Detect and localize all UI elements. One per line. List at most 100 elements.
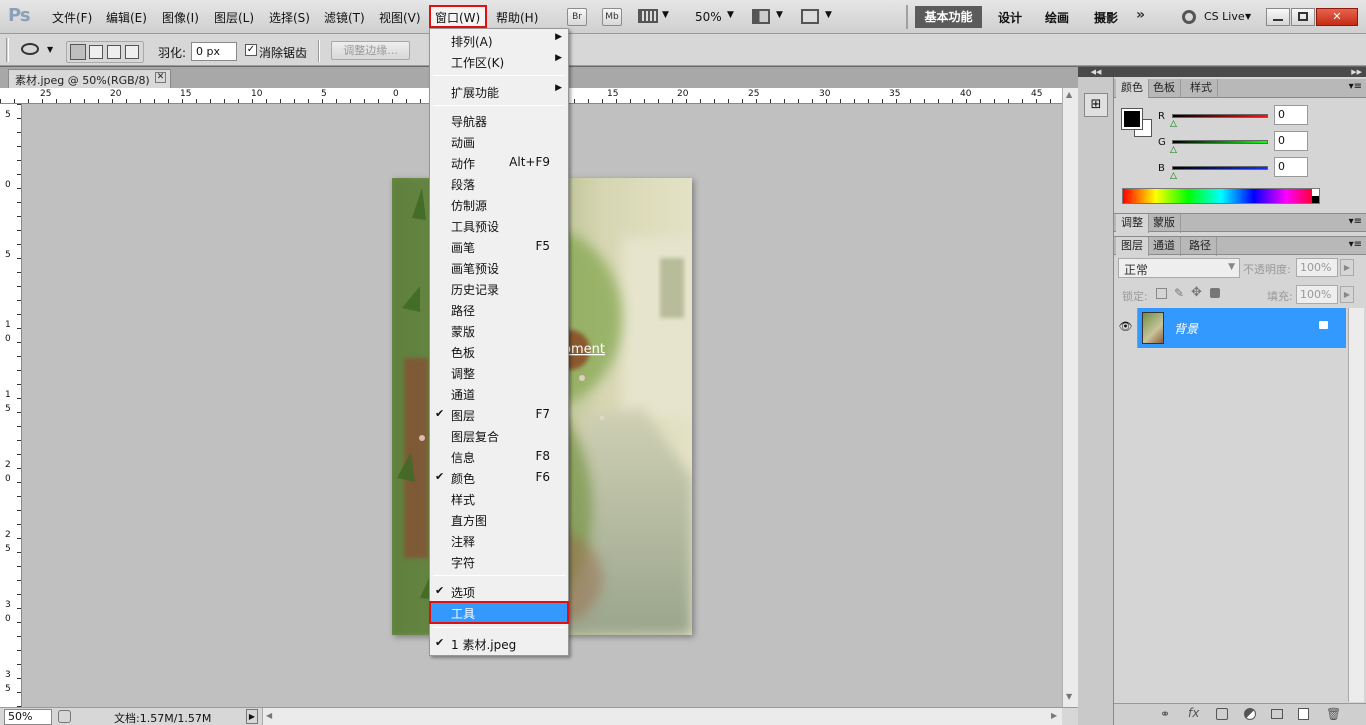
tab-paths[interactable]: 路径 [1184, 237, 1217, 256]
layer-name[interactable]: 背景 [1174, 320, 1198, 337]
tab-layers[interactable]: 图层 [1116, 237, 1149, 256]
refine-edge-button[interactable]: 调整边缘... [331, 41, 410, 60]
workspace-essentials[interactable]: 基本功能 [915, 6, 982, 28]
opacity-slider-arrow-icon[interactable]: ▶ [1340, 259, 1354, 276]
menu-item-arrange[interactable]: 排列(A) ▶ [430, 30, 568, 51]
bridge-button[interactable]: Br [567, 8, 587, 26]
opacity-value[interactable]: 100% [1296, 258, 1338, 277]
lock-all-icon[interactable] [1210, 288, 1220, 298]
green-value[interactable]: 0 [1274, 131, 1308, 151]
chevron-down-icon[interactable]: ▼ [47, 45, 53, 54]
workspace-painting[interactable]: 绘画 [1045, 9, 1069, 26]
menu-item-color[interactable]: ✔ 颜色 F6 [430, 467, 568, 488]
layers-scrollbar[interactable] [1348, 308, 1364, 702]
minimize-button[interactable] [1266, 8, 1290, 26]
panel-menu-icon[interactable]: ▾≡ [1349, 216, 1362, 227]
subtract-selection-icon[interactable] [107, 45, 121, 59]
menu-select[interactable]: 选择(S) [269, 9, 310, 26]
green-slider[interactable] [1172, 140, 1268, 144]
red-slider[interactable] [1172, 114, 1268, 118]
menu-item-paragraph[interactable]: 段落 [430, 173, 568, 194]
trash-icon[interactable]: 🗑 [1326, 707, 1341, 721]
lock-position-icon[interactable]: ✥ [1191, 285, 1202, 300]
horizontal-scrollbar[interactable]: ◀ ▶ [262, 708, 1062, 725]
vertical-scrollbar[interactable]: ▲ ▼ [1062, 88, 1078, 707]
menu-item-swatches[interactable]: 色板 [430, 341, 568, 362]
lasso-tool-icon[interactable] [21, 43, 39, 55]
slider-thumb-icon[interactable]: △ [1170, 171, 1177, 181]
antialias-checkbox[interactable]: ✓ [245, 44, 257, 56]
foreground-color-swatch[interactable] [1121, 108, 1143, 130]
new-layer-icon[interactable] [1298, 708, 1309, 720]
cs-live-menu[interactable]: CS Live [1204, 10, 1245, 23]
menu-item-brush-presets[interactable]: 画笔预设 [430, 257, 568, 278]
panel-menu-icon[interactable]: ▾≡ [1349, 239, 1362, 250]
chevron-down-icon[interactable]: ▼ [776, 10, 783, 20]
scroll-right-icon[interactable]: ▶ [1051, 711, 1057, 720]
menu-item-styles[interactable]: 样式 [430, 488, 568, 509]
menu-file[interactable]: 文件(F) [52, 9, 92, 26]
zoom-field[interactable]: 50% [4, 709, 52, 725]
document-tab[interactable]: 素材.jpeg @ 50%(RGB/8) ✕ [8, 69, 171, 88]
view-extras-icon[interactable] [638, 9, 658, 23]
layer-style-icon[interactable]: fx [1188, 706, 1199, 720]
scroll-up-icon[interactable]: ▲ [1066, 90, 1072, 99]
scroll-down-icon[interactable]: ▼ [1066, 692, 1072, 701]
adjustment-layer-icon[interactable] [1244, 708, 1256, 720]
close-tab-icon[interactable]: ✕ [155, 72, 166, 83]
menu-item-channels[interactable]: 通道 [430, 383, 568, 404]
close-button[interactable]: ✕ [1316, 8, 1358, 26]
menu-item-brush[interactable]: 画笔 F5 [430, 236, 568, 257]
vertical-ruler[interactable]: 505101520253035 [0, 104, 22, 707]
menu-item-histogram[interactable]: 直方图 [430, 509, 568, 530]
menu-item-masks[interactable]: 蒙版 [430, 320, 568, 341]
panel-menu-icon[interactable]: ▾≡ [1349, 81, 1362, 92]
more-workspaces-icon[interactable]: » [1136, 7, 1145, 23]
menu-item-info[interactable]: 信息 F8 [430, 446, 568, 467]
status-info-icon[interactable] [58, 710, 71, 723]
menu-item-layer-comps[interactable]: 图层复合 [430, 425, 568, 446]
new-selection-icon[interactable] [70, 44, 86, 60]
workspace-photography[interactable]: 摄影 [1094, 9, 1118, 26]
menu-item-history[interactable]: 历史记录 [430, 278, 568, 299]
link-layers-icon[interactable]: ⚭ [1160, 707, 1170, 721]
menu-item-open-document[interactable]: ✔ 1 素材.jpeg [430, 633, 568, 654]
chevron-down-icon[interactable]: ▼ [727, 10, 734, 20]
tab-styles[interactable]: 样式 [1185, 79, 1218, 98]
spectrum-black-swatch[interactable] [1312, 196, 1319, 203]
screen-mode-icon[interactable] [801, 9, 819, 24]
menu-window[interactable]: 窗口(W) [435, 9, 480, 26]
tab-color[interactable]: 颜色 [1116, 79, 1149, 98]
blue-slider[interactable] [1172, 166, 1268, 170]
menu-layer[interactable]: 图层(L) [214, 9, 254, 26]
menu-item-paths[interactable]: 路径 [430, 299, 568, 320]
fill-value[interactable]: 100% [1296, 285, 1338, 304]
history-panel-icon[interactable]: ⊞ [1084, 93, 1108, 117]
tab-adjustments[interactable]: 调整 [1116, 214, 1149, 233]
menu-item-adjustments[interactable]: 调整 [430, 362, 568, 383]
zoom-level[interactable]: 50% [695, 10, 722, 24]
menu-item-clone-source[interactable]: 仿制源 [430, 194, 568, 215]
menu-edit[interactable]: 编辑(E) [106, 9, 147, 26]
arrange-documents-icon[interactable] [752, 9, 770, 24]
menu-filter[interactable]: 滤镜(T) [324, 9, 365, 26]
add-selection-icon[interactable] [89, 45, 103, 59]
menu-image[interactable]: 图像(I) [162, 9, 199, 26]
menu-item-tool-presets[interactable]: 工具预设 [430, 215, 568, 236]
lock-pixels-icon[interactable]: ✎ [1174, 286, 1184, 300]
menu-item-character[interactable]: 字符 [430, 551, 568, 572]
red-value[interactable]: 0 [1274, 105, 1308, 125]
tab-swatches[interactable]: 色板 [1148, 79, 1181, 98]
blue-value[interactable]: 0 [1274, 157, 1308, 177]
menu-item-options[interactable]: ✔ 选项 [430, 581, 568, 602]
tab-masks[interactable]: 蒙版 [1148, 214, 1181, 233]
new-group-icon[interactable] [1271, 709, 1283, 719]
menu-item-animation[interactable]: 动画 [430, 131, 568, 152]
slider-thumb-icon[interactable]: △ [1170, 119, 1177, 129]
menu-item-navigator[interactable]: 导航器 [430, 110, 568, 131]
menu-item-notes[interactable]: 注释 [430, 530, 568, 551]
slider-thumb-icon[interactable]: △ [1170, 145, 1177, 155]
eye-icon[interactable]: 👁 [1114, 308, 1138, 348]
chevron-down-icon[interactable]: ▼ [662, 10, 669, 20]
blend-mode-select[interactable]: 正常 ▼ [1118, 258, 1240, 278]
